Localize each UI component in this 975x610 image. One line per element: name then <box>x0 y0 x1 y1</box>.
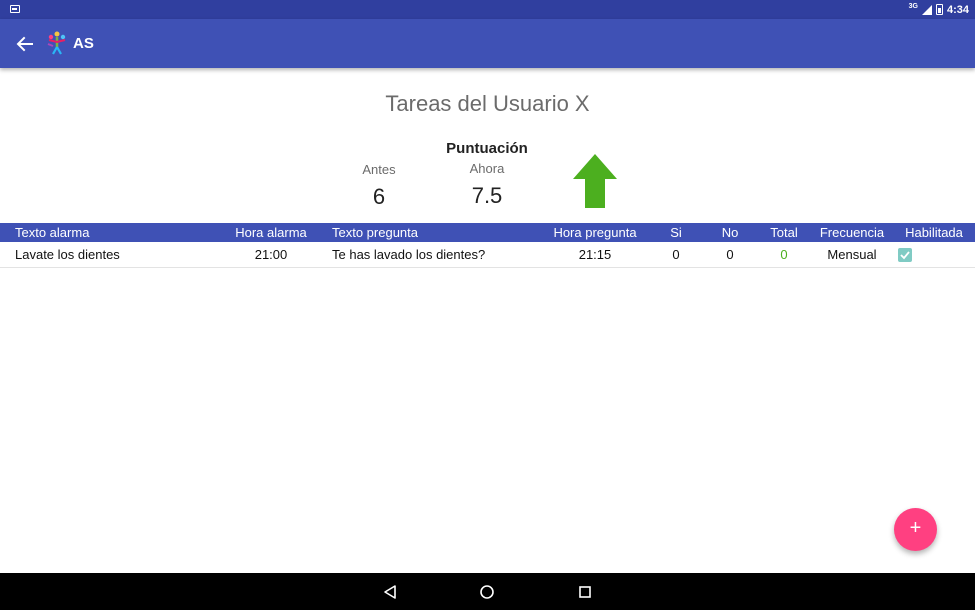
habilitada-checkbox[interactable] <box>898 248 912 262</box>
app-bar: AS <box>0 19 975 68</box>
checkmark-icon <box>900 251 910 260</box>
now-value: 7.5 <box>471 183 503 208</box>
cell-total: 0 <box>780 247 788 262</box>
table-header: Texto alarma Hora alarma Texto pregunta … <box>0 223 975 242</box>
status-indicators: 3G 4:34 <box>909 2 969 17</box>
navigation-bar <box>0 573 975 610</box>
header-frecuencia: Frecuencia <box>819 225 885 240</box>
nav-recents-icon[interactable] <box>576 583 594 601</box>
nav-home-icon[interactable] <box>478 583 496 601</box>
notification-icon <box>10 5 20 13</box>
cell-frecuencia: Mensual <box>827 247 877 262</box>
header-total: Total <box>770 225 798 240</box>
header-si: Si <box>670 225 682 240</box>
header-no: No <box>721 225 739 240</box>
page-title: Tareas del Usuario X <box>385 91 590 116</box>
cell-hora-alarma: 21:00 <box>254 247 288 262</box>
arrow-up-icon <box>573 154 617 208</box>
header-habilitada: Habilitada <box>905 225 963 240</box>
table-row[interactable]: Lavate los dientes 21:00 Te has lavado l… <box>0 242 975 268</box>
cell-no: 0 <box>726 247 734 262</box>
signal-icon <box>921 4 932 15</box>
status-time: 4:34 <box>946 3 969 16</box>
cell-texto-alarma: Lavate los dientes <box>15 247 120 262</box>
before-label: Antes <box>362 162 396 177</box>
cell-hora-pregunta: 21:15 <box>578 247 612 262</box>
now-label: Ahora <box>469 161 505 176</box>
header-texto-pregunta: Texto pregunta <box>332 225 419 240</box>
back-arrow-icon[interactable] <box>13 32 37 56</box>
nav-back-icon[interactable] <box>381 583 399 601</box>
cell-si: 0 <box>672 247 680 262</box>
score-heading: Puntuación <box>446 140 528 157</box>
header-texto-alarma: Texto alarma <box>15 225 90 240</box>
network-type-label: 3G <box>908 3 918 10</box>
battery-icon <box>935 4 943 15</box>
before-value: 6 <box>372 184 386 209</box>
app-logo-icon <box>47 31 66 55</box>
header-hora-alarma: Hora alarma <box>235 225 307 240</box>
header-hora-pregunta: Hora pregunta <box>553 225 637 240</box>
add-task-button[interactable]: + <box>894 508 937 551</box>
status-bar: 3G 4:34 <box>0 0 975 19</box>
app-title: AS <box>73 35 94 52</box>
cell-texto-pregunta: Te has lavado los dientes? <box>332 247 486 262</box>
